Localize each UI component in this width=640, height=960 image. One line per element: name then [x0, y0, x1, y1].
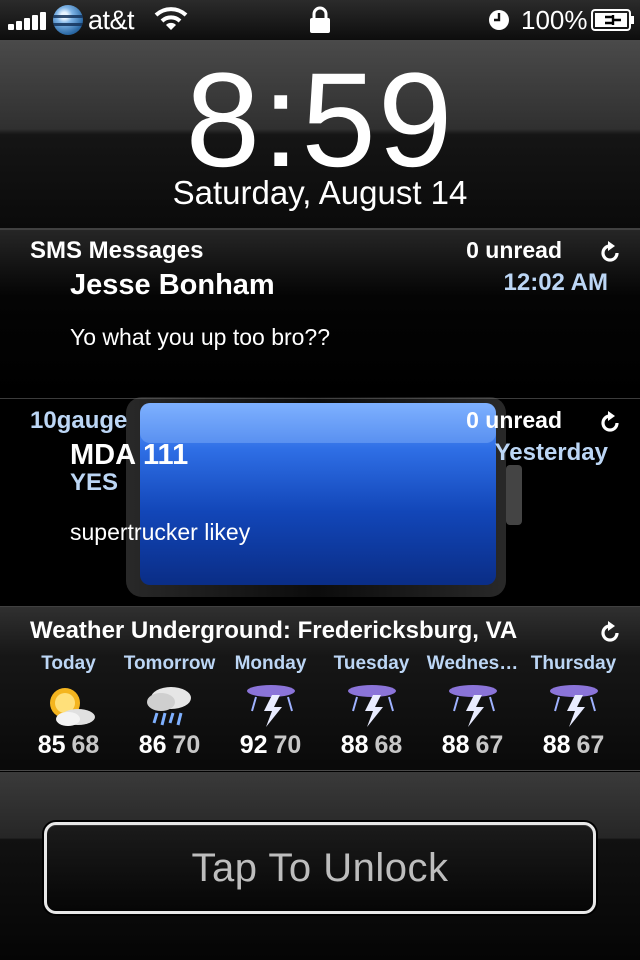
message-time: Yesterday: [494, 439, 608, 466]
message-sender: MDA 111: [70, 439, 189, 471]
refresh-icon[interactable]: [598, 411, 622, 435]
signal-icon: [8, 12, 46, 30]
low-temp: 67: [576, 731, 605, 759]
day-name: Monday: [234, 653, 307, 674]
wifi-icon: [154, 7, 188, 30]
message-sender: Jesse Bonham: [70, 269, 275, 301]
forecast-day: Tuesday 88 68: [321, 653, 422, 765]
low-temp: 67: [475, 731, 504, 759]
thunderstorm-icon: [550, 685, 598, 727]
thunderstorm-icon: [247, 685, 295, 727]
forecast-day: Monday 92 70: [220, 653, 321, 765]
rain-cloud-icon: [147, 687, 191, 726]
battery-percentage: 100%: [521, 5, 588, 35]
clock-date: Saturday, August 14: [172, 174, 468, 211]
high-temp: 92: [239, 731, 268, 759]
carrier-name: at&t: [88, 5, 135, 35]
unread-count: 0 unread: [466, 237, 562, 263]
forecast-row: Today 85 68 Tomorrow 86 70 Monday 92 70 …: [18, 653, 624, 765]
thunderstorm-icon: [449, 685, 497, 727]
clock-icon: [489, 10, 509, 30]
widget-title: 10gauge: [30, 407, 128, 434]
clock-time: 8:59: [185, 46, 455, 195]
att-globe-icon: [53, 5, 83, 35]
sms-widget[interactable]: SMS Messages 0 unread Jesse Bonham 12:02…: [0, 228, 640, 398]
low-temp: 68: [374, 731, 403, 759]
day-name: Tuesday: [333, 653, 410, 674]
day-name: Wednes…: [426, 653, 519, 674]
lock-icon: [310, 6, 330, 33]
unread-count: 0 unread: [466, 407, 562, 433]
message-body: supertrucker likey: [70, 519, 251, 545]
status-bar: at&t 100%: [0, 0, 640, 40]
mail-widget[interactable]: 10gauge 0 unread MDA 111 YES Yesterday s…: [0, 398, 640, 576]
day-temps: 85 68: [18, 731, 119, 760]
forecast-day: Thursday 88 67: [523, 653, 624, 765]
refresh-icon[interactable]: [598, 621, 622, 645]
forecast-day: Today 85 68: [18, 653, 119, 765]
thunderstorm-icon: [348, 685, 396, 727]
day-temps: 86 70: [119, 731, 220, 760]
refresh-icon[interactable]: [598, 241, 622, 265]
low-temp: 70: [172, 731, 201, 759]
high-temp: 88: [441, 731, 470, 759]
message-subject: YES: [70, 469, 119, 496]
day-temps: 88 68: [321, 731, 422, 760]
message-time: 12:02 AM: [503, 269, 608, 296]
message-body: Yo what you up too bro??: [70, 324, 331, 350]
forecast-day: Tomorrow 86 70: [119, 653, 220, 765]
high-temp: 85: [37, 731, 66, 759]
day-temps: 88 67: [523, 731, 624, 760]
high-temp: 86: [138, 731, 167, 759]
widget-title: Weather Underground: Fredericksburg, VA: [30, 617, 518, 644]
day-name: Tomorrow: [123, 653, 216, 674]
unlock-button[interactable]: Tap To Unlock: [44, 822, 596, 914]
battery-charging-icon: [591, 9, 634, 31]
high-temp: 88: [340, 731, 369, 759]
low-temp: 68: [71, 731, 100, 759]
sun-cloud-icon: [50, 688, 95, 726]
day-temps: 88 67: [422, 731, 523, 760]
forecast-day: Wednes… 88 67: [422, 653, 523, 765]
day-name: Thursday: [530, 653, 617, 674]
unlock-panel: Tap To Unlock: [0, 772, 640, 960]
day-name: Today: [41, 653, 96, 674]
day-temps: 92 70: [220, 731, 321, 760]
unlock-label: Tap To Unlock: [191, 845, 449, 890]
weather-widget[interactable]: Weather Underground: Fredericksburg, VA …: [0, 606, 640, 771]
widget-title: SMS Messages: [30, 237, 204, 264]
clock-panel: 8:59 Saturday, August 14: [0, 40, 640, 230]
low-temp: 70: [273, 731, 302, 759]
high-temp: 88: [542, 731, 571, 759]
